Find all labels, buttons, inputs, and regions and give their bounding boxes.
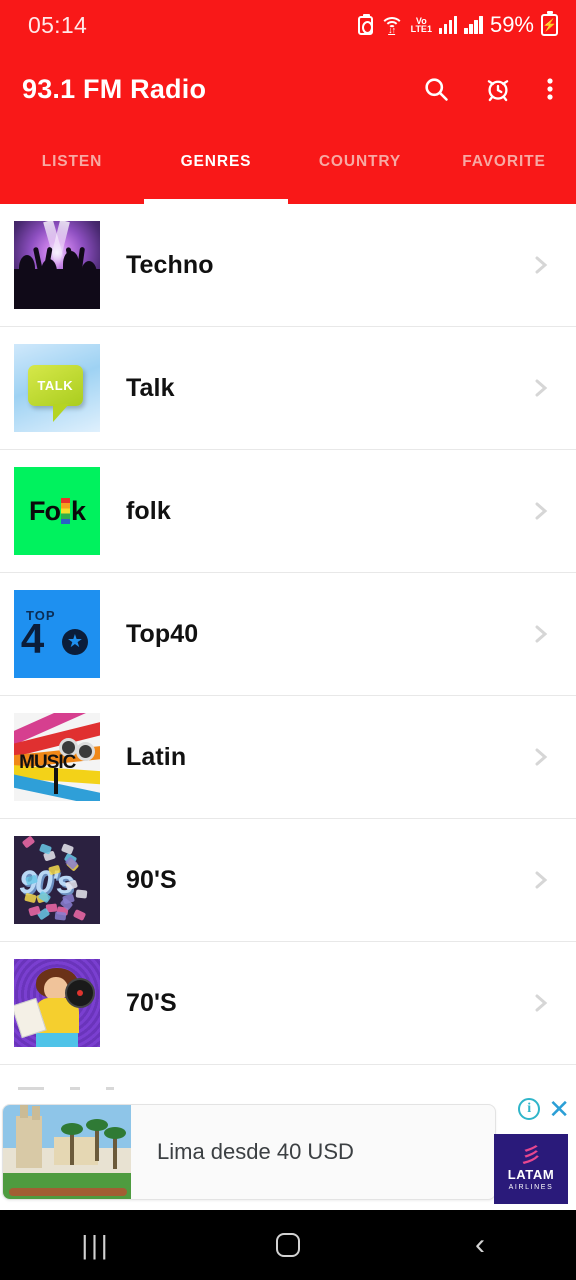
battery-charging-icon: ⚡ [541,14,558,36]
list-item[interactable]: MUSIC Latin [0,696,576,819]
ad-brand-sub: AIRLINES [509,1184,554,1191]
tab-country[interactable]: COUNTRY [288,128,432,204]
tab-bar: LISTEN GENRES COUNTRY FAVORITE [0,128,576,204]
chevron-right-icon [530,618,552,650]
app-bar: 93.1 FM Radio [0,50,576,128]
genre-name: Techno [126,251,214,280]
status-bar: 05:14 ↓↑ Vo LTE1 59% ⚡ [0,0,576,50]
app-bar-actions [422,75,554,103]
ad-headline: Lima desde 40 USD [131,1139,495,1165]
list-item[interactable]: Techno [0,204,576,327]
tab-listen[interactable]: LISTEN [0,128,144,204]
list-item[interactable]: Fo k folk [0,450,576,573]
chevron-right-icon [530,741,552,773]
confetti-dot-icon [39,843,52,854]
volte-line-2: LTE1 [411,24,432,34]
genre-name: Talk [126,374,175,403]
genre-name: 70'S [126,989,177,1018]
recents-button[interactable]: ||| [56,1210,136,1280]
genre-thumbnail-latin: MUSIC [14,713,100,801]
confetti-dot-icon [22,836,36,849]
wifi-icon: ↓↑ [380,16,404,34]
phone-screen: 05:14 ↓↑ Vo LTE1 59% ⚡ 93.1 FM Radio LIS… [0,0,576,1280]
overflow-menu-icon[interactable] [546,75,554,103]
latam-mark-icon: 彡 [520,1147,543,1165]
battery-saver-icon [358,16,373,35]
list-item[interactable]: 70'S [0,942,576,1065]
chevron-right-icon [530,987,552,1019]
ad-card[interactable]: Lima desde 40 USD [2,1104,496,1200]
confetti-dot-icon [24,892,37,902]
chevron-right-icon [530,864,552,896]
genre-thumbnail-folk: Fo k [14,467,100,555]
genre-thumbnail-90s: 90's [14,836,100,924]
rainbow-letter-icon [61,498,70,524]
ad-image [3,1104,131,1200]
confetti-dot-icon [55,911,67,920]
signal-bars-icon [439,16,458,34]
tab-genres[interactable]: GENRES [144,128,288,204]
signal-bars-icon [464,16,483,34]
android-nav-bar: ||| ‹ [0,1210,576,1280]
genre-name: Top40 [126,620,198,649]
tab-favorite-label: FAVORITE [462,153,546,171]
tab-listen-label: LISTEN [42,153,103,171]
recents-icon: ||| [81,1230,110,1261]
status-bar-icons: ↓↑ Vo LTE1 59% ⚡ [358,12,558,38]
ad-top-strip [0,1080,576,1096]
page-title: 93.1 FM Radio [22,74,206,105]
tab-favorite[interactable]: FAVORITE [432,128,576,204]
confetti-dot-icon [61,843,74,854]
back-button[interactable]: ‹ [440,1210,520,1280]
list-item[interactable]: TOP 4 ★ Top40 [0,573,576,696]
confetti-dot-icon [62,894,75,905]
volte-icon: Vo LTE1 [411,17,432,33]
home-icon [276,1233,300,1257]
genre-list: Techno TALK Talk Fo k folk TOP 4 ★ Top40… [0,204,576,1065]
alarm-icon[interactable] [484,75,512,103]
status-bar-clock: 05:14 [28,12,87,39]
genre-thumbnail-top40: TOP 4 ★ [14,590,100,678]
battery-percent-label: 59% [490,12,534,38]
confetti-dot-icon [75,890,87,899]
folk-art-text-fo: Fo [29,496,60,527]
tab-country-label: COUNTRY [319,153,401,171]
ad-brand-name: LATAM [508,1167,555,1182]
chevron-right-icon [530,372,552,404]
ad-brand-logo[interactable]: 彡 LATAM AIRLINES [494,1134,568,1204]
home-button[interactable] [248,1210,328,1280]
folk-art-text-k: k [71,496,85,527]
search-icon[interactable] [422,75,450,103]
genre-thumbnail-talk: TALK [14,344,100,432]
list-item[interactable]: 90's 90'S [0,819,576,942]
star-icon: ★ [62,629,88,655]
chevron-right-icon [530,249,552,281]
tab-genres-label: GENRES [181,153,252,171]
genre-name: Latin [126,743,186,772]
latin-art-text: MUSIC [19,752,75,774]
genre-thumbnail-techno [14,221,100,309]
chevron-right-icon [530,495,552,527]
ad-controls[interactable]: i ✕ [518,1098,570,1120]
genre-name: 90'S [126,866,177,895]
ad-close-icon[interactable]: ✕ [548,1098,570,1120]
confetti-dot-icon [73,909,86,921]
genre-name: folk [126,497,171,526]
genre-thumbnail-70s [14,959,100,1047]
talk-art-text: TALK [28,365,83,405]
ad-body[interactable]: Lima desde 40 USD i ✕ 彡 LATAM AIRLINES [0,1096,576,1208]
back-icon: ‹ [475,1228,485,1262]
list-item[interactable]: TALK Talk [0,327,576,450]
ad-info-icon[interactable]: i [518,1098,540,1120]
ad-banner[interactable]: Lima desde 40 USD i ✕ 彡 LATAM AIRLINES [0,1080,576,1210]
top40-art-number: 4 [21,622,41,656]
